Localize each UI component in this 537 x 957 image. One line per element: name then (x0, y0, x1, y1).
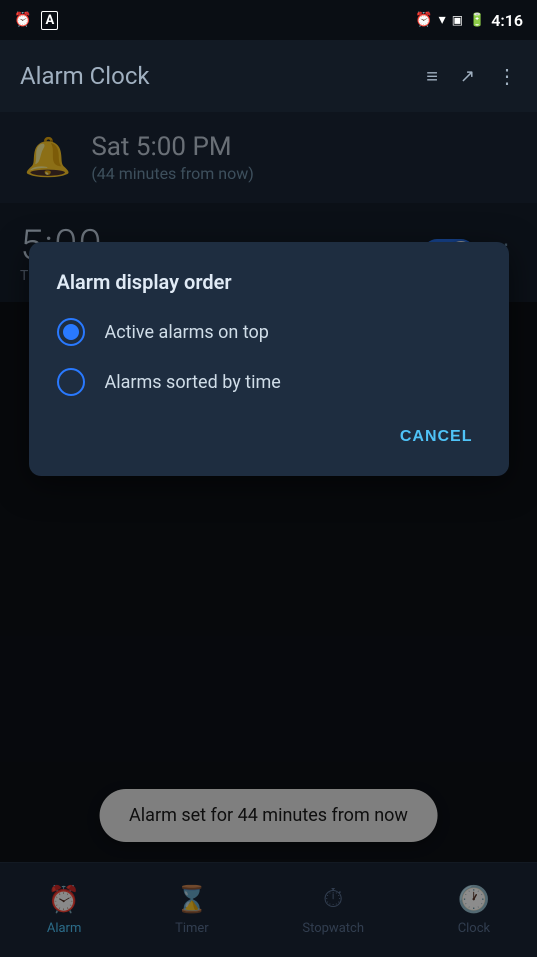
status-bar-right: ⏰ ▾ ▣ 🔋 4:16 (415, 11, 523, 30)
dialog-title: Alarm display order (57, 270, 481, 294)
dialog-actions: CANCEL (57, 418, 481, 456)
alarm-status-left-icon: ⏰ (14, 12, 31, 28)
radio-circle-sorted (57, 368, 85, 396)
radio-option-sorted[interactable]: Alarms sorted by time (57, 368, 481, 396)
status-bar-left: ⏰ A (14, 11, 58, 30)
trending-up-icon[interactable]: ↗ (460, 66, 475, 87)
radio-label-active-alarms: Active alarms on top (105, 322, 269, 343)
radio-inner-active (63, 324, 79, 340)
radio-circle-active (57, 318, 85, 346)
status-bar: ⏰ A ⏰ ▾ ▣ 🔋 4:16 (0, 0, 537, 40)
dialog-overlay: Alarm display order Active alarms on top… (0, 112, 537, 957)
header-icons: ≡ ↗ ⋮ (426, 64, 517, 89)
app-title: Alarm Clock (20, 62, 150, 90)
radio-label-sorted: Alarms sorted by time (105, 372, 281, 393)
alarm-indicator-icon: ⏰ (415, 12, 432, 28)
wifi-icon: ▾ (439, 12, 446, 28)
more-vert-icon[interactable]: ⋮ (497, 64, 517, 88)
alarm-display-order-dialog: Alarm display order Active alarms on top… (29, 242, 509, 476)
app-header: Alarm Clock ≡ ↗ ⋮ (0, 40, 537, 112)
cancel-button[interactable]: CANCEL (392, 418, 481, 456)
signal-icon: ▣ (452, 13, 463, 27)
radio-option-active-alarms[interactable]: Active alarms on top (57, 318, 481, 346)
battery-icon: 🔋 (469, 13, 485, 28)
status-time: 4:16 (491, 11, 523, 30)
keyboard-icon: A (41, 11, 58, 30)
list-icon[interactable]: ≡ (426, 64, 438, 89)
